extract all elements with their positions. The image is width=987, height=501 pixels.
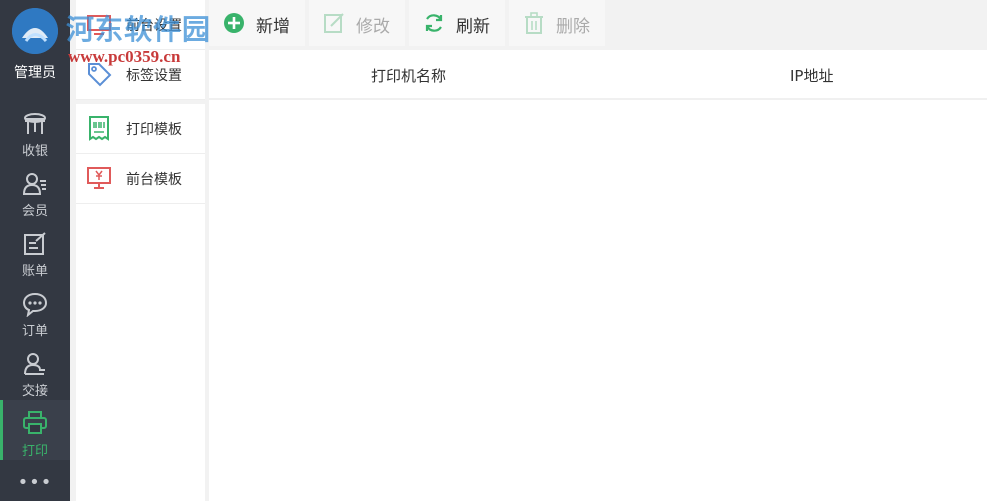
edit-icon (324, 13, 344, 33)
submenu-item-print-template[interactable]: 打印模板 (76, 104, 205, 154)
chat-bubble-icon (22, 292, 48, 317)
refresh-icon (425, 14, 443, 32)
user-name: 管理员 (14, 65, 56, 81)
submenu-divider (76, 100, 205, 104)
monitor-yuan-icon (87, 167, 111, 189)
stool-icon (24, 113, 46, 134)
add-button-label: 新增 (256, 17, 290, 37)
avatar[interactable] (12, 8, 58, 54)
nav-item-bill[interactable]: 账单 (0, 225, 70, 283)
user-area[interactable]: 管理员 (0, 0, 70, 92)
settings-submenu: 前台设置 标签设置 打印模板 前台模板 (76, 0, 205, 501)
edit-button[interactable]: 修改 (309, 0, 405, 46)
add-button[interactable]: 新增 (209, 0, 305, 46)
plus-circle-icon (224, 13, 244, 33)
nav-item-member[interactable]: 会员 (0, 165, 70, 223)
submenu-item-label: 打印模板 (126, 122, 182, 138)
submenu-item-label: 标签设置 (126, 68, 182, 84)
refresh-button[interactable]: 刷新 (409, 0, 505, 46)
nav-item-label: 订单 (21, 324, 48, 339)
delete-button[interactable]: 删除 (509, 0, 605, 46)
column-header-printer-name[interactable]: 打印机名称 (371, 65, 446, 86)
watermark-title: 河东软件园 (66, 13, 212, 46)
edit-note-icon (24, 232, 46, 255)
submenu-item-front-template[interactable]: 前台模板 (76, 154, 205, 204)
nav-item-handover[interactable]: 交接 (0, 345, 70, 403)
watermark-url: www.pc0359.cn (68, 47, 181, 66)
main-nav: 管理员 收银 会员 账单 订单 交接 打印 ••• (0, 0, 70, 501)
nav-item-label: 交接 (21, 384, 48, 399)
receipt-icon (89, 116, 109, 141)
printer-table: 打印机名称 IP地址 (209, 50, 987, 501)
edit-button-label: 修改 (356, 17, 390, 37)
nav-item-label: 会员 (21, 204, 48, 219)
printer-icon (23, 411, 47, 434)
more-icon[interactable]: ••• (0, 470, 70, 496)
nav-item-print[interactable]: 打印 (0, 400, 70, 460)
delete-button-label: 删除 (556, 17, 590, 37)
table-header: 打印机名称 IP地址 (209, 50, 987, 100)
trash-icon (525, 12, 543, 34)
nav-item-label: 账单 (21, 264, 48, 279)
nav-item-label: 打印 (21, 444, 48, 459)
submenu-item-label: 前台模板 (126, 172, 182, 188)
member-icon (22, 173, 46, 195)
toolbar: 新增 修改 刷新 删除 (209, 0, 987, 46)
user-handover-icon (24, 353, 45, 375)
nav-item-order[interactable]: 订单 (0, 285, 70, 343)
refresh-button-label: 刷新 (456, 17, 490, 37)
column-header-ip-address[interactable]: IP地址 (790, 65, 833, 86)
nav-item-cashier[interactable]: 收银 (0, 105, 70, 163)
nav-item-label: 收银 (21, 144, 48, 159)
